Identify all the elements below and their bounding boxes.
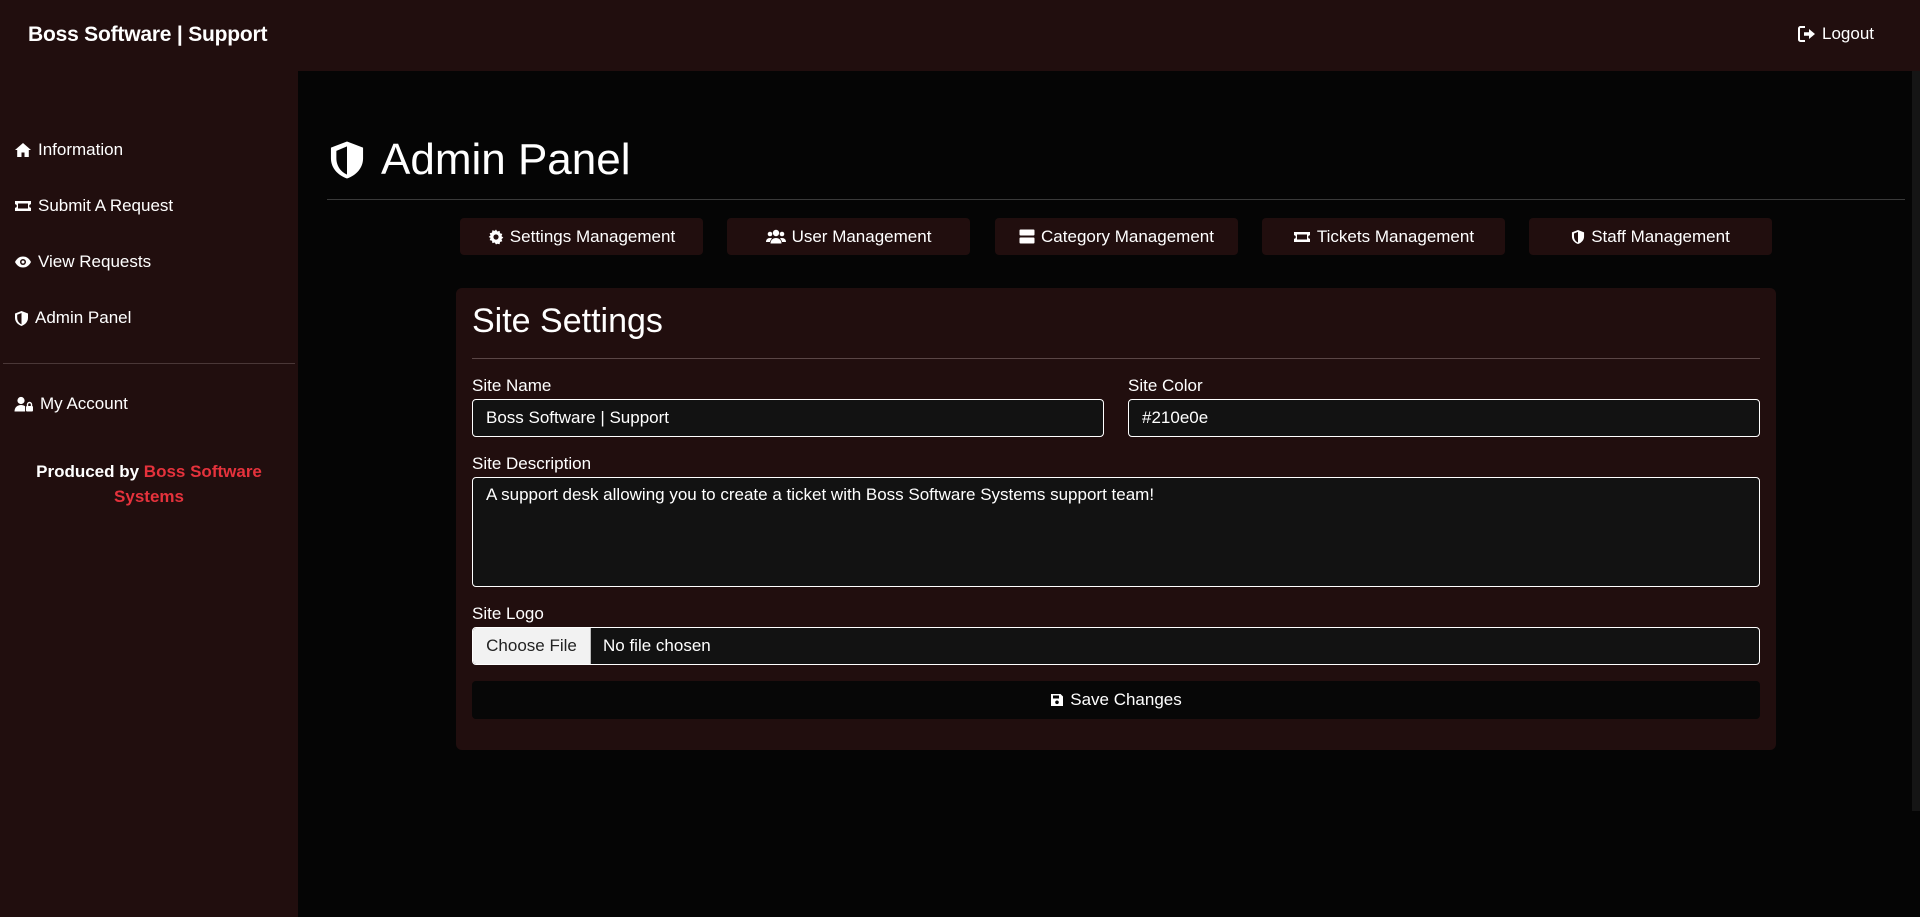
sidebar-item-submit-request[interactable]: Submit A Request [14,194,173,218]
sidebar-item-label: View Requests [38,252,152,271]
site-logo-label: Site Logo [472,604,544,623]
shield-icon [327,139,367,181]
save-icon [1050,693,1064,707]
server-icon [1019,229,1035,244]
page-title-text: Admin Panel [381,135,631,184]
title-divider [327,199,1905,200]
produced-by-credit: Produced by Boss Software Systems [0,459,298,509]
save-changes-button[interactable]: Save Changes [472,681,1760,719]
sidebar-item-information[interactable]: Information [14,138,123,162]
shield-icon [14,310,29,327]
ticket-icon [14,199,32,213]
card-title: Site Settings [472,302,663,340]
page-title: Admin Panel [327,134,630,186]
sidebar-item-label: My Account [40,394,128,413]
logout-button[interactable]: Logout [1798,24,1874,44]
file-status-text: No file chosen [603,636,711,655]
users-icon [765,229,786,244]
brand-title[interactable]: Boss Software | Support [28,23,268,47]
top-navbar: Boss Software | Support Logout [0,0,1920,71]
site-description-textarea[interactable]: A support desk allowing you to create a … [472,477,1760,587]
tab-settings-management[interactable]: Settings Management [460,218,703,255]
home-icon [14,142,32,158]
tab-label: Category Management [1041,226,1214,246]
sidebar-item-label: Admin Panel [35,308,132,327]
sign-out-icon [1798,26,1816,42]
site-logo-file-input[interactable]: Choose File No file chosen [472,627,1760,665]
save-label: Save Changes [1070,690,1182,709]
sidebar-item-label: Submit A Request [38,196,174,215]
site-name-input[interactable] [472,399,1104,437]
sidebar-divider [3,363,295,364]
site-color-label: Site Color [1128,376,1203,395]
site-settings-card: Site Settings Site Name Site Color Site … [456,288,1776,750]
sidebar: Information Submit A Request View Reques… [0,71,298,917]
tab-label: Settings Management [509,226,676,246]
tab-category-management[interactable]: Category Management [995,218,1238,255]
eye-icon [14,255,32,269]
tab-staff-management[interactable]: Staff Management [1529,218,1772,255]
sidebar-item-my-account[interactable]: My Account [14,392,128,416]
ticket-icon [1293,230,1311,244]
sidebar-item-label: Information [38,140,124,159]
tab-label: Tickets Management [1316,226,1475,246]
tab-user-management[interactable]: User Management [727,218,970,255]
sidebar-item-admin-panel[interactable]: Admin Panel [14,306,131,330]
site-description-label: Site Description [472,454,592,473]
site-color-input[interactable] [1128,399,1760,437]
produced-by-prefix: Produced by [36,462,144,481]
tab-label: Staff Management [1591,226,1730,246]
sidebar-item-view-requests[interactable]: View Requests [14,250,151,274]
tab-label: User Management [791,226,932,246]
shield-icon [1571,229,1585,245]
gear-icon [488,229,504,245]
card-divider [472,358,1760,359]
tab-tickets-management[interactable]: Tickets Management [1262,218,1505,255]
choose-file-button[interactable]: Choose File [473,628,591,664]
logout-label: Logout [1822,24,1874,43]
site-name-label: Site Name [472,376,552,395]
scrollbar[interactable] [1912,71,1920,811]
user-lock-icon [14,396,34,412]
